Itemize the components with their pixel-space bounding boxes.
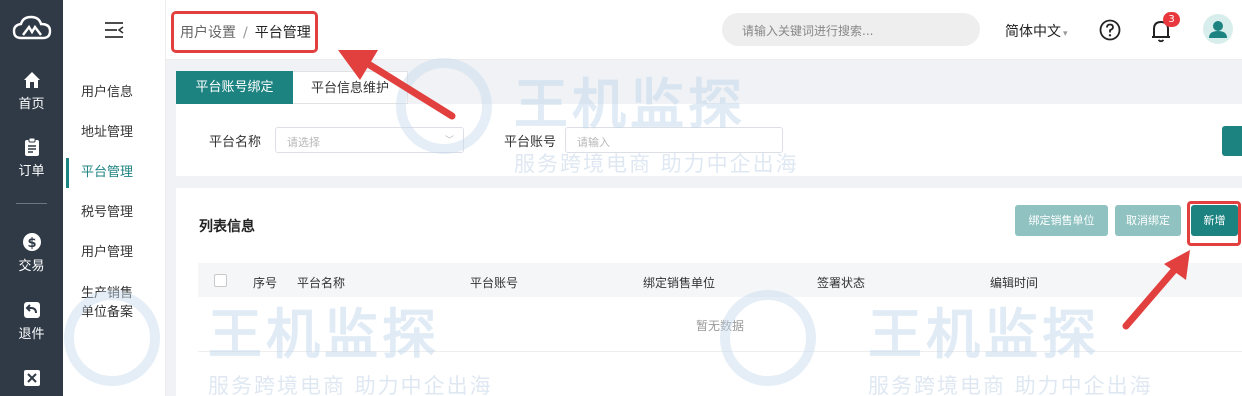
search-input[interactable]: 请输入关键词进行搜索...: [722, 13, 980, 46]
platform-name-select[interactable]: 请选择 ﹀: [275, 127, 464, 153]
language-label: 简体中文: [1005, 24, 1061, 40]
list-title: 列表信息: [199, 219, 255, 235]
column-header-platform-name: 平台名称: [297, 276, 346, 290]
exchange-icon: [23, 370, 40, 386]
clipboard-icon: [24, 137, 39, 156]
rail-item-label: 订单: [18, 164, 45, 179]
language-selector[interactable]: 简体中文 ▾: [1005, 21, 1068, 41]
empty-state-text: 暂无数据: [695, 319, 744, 333]
rail-item-exchange[interactable]: [0, 368, 63, 391]
home-icon: [23, 72, 40, 88]
notification-badge: 3: [1163, 12, 1180, 27]
rail-item-home[interactable]: 首页: [0, 70, 63, 112]
table-body: 暂无数据: [198, 297, 1242, 352]
column-header-edit-time: 编辑时间: [990, 276, 1039, 290]
sidebar-item-platform[interactable]: 平台管理: [63, 158, 166, 188]
platform-name-label: 平台名称: [209, 135, 262, 150]
rail-item-returns[interactable]: 退件: [0, 300, 63, 342]
svg-text:$: $: [27, 236, 36, 251]
help-icon[interactable]: [1099, 19, 1121, 41]
sidebar-item-label-line2: 单位备案: [81, 305, 134, 320]
select-all-checkbox[interactable]: [214, 274, 227, 287]
main-nav-rail: 首页 订单 $ 交易 退件: [0, 0, 63, 396]
chevron-down-icon: ﹀: [444, 136, 454, 146]
column-header-platform-account: 平台账号: [470, 276, 519, 290]
rail-divider: [16, 203, 47, 204]
dollar-icon: $: [22, 233, 41, 251]
sidebar-item-tax-id[interactable]: 税号管理: [63, 203, 166, 222]
rail-item-trade[interactable]: $ 交易: [0, 232, 63, 274]
tab-platform-account-binding[interactable]: 平台账号绑定: [176, 71, 293, 104]
table-header: 序号 平台名称 平台账号 绑定销售单位 签署状态 编辑时间: [198, 263, 1242, 297]
top-header: 用户设置 / 平台管理 请输入关键词进行搜索... 简体中文 ▾ 3: [166, 0, 1242, 60]
chevron-down-icon: ▾: [1063, 29, 1068, 39]
avatar[interactable]: [1203, 14, 1233, 44]
sidebar-item-label-line1: 生产销售: [81, 286, 134, 301]
platform-account-input[interactable]: 请输入: [565, 127, 783, 153]
settings-sidebar: 用户信息 地址管理 平台管理 税号管理 用户管理 生产销售 单位备案: [63, 0, 166, 396]
return-icon: [23, 302, 40, 318]
rail-item-label: 交易: [18, 259, 45, 274]
sidebar-item-users[interactable]: 用户管理: [63, 243, 166, 262]
rail-item-label: 首页: [18, 97, 45, 112]
sidebar-item-production-filing[interactable]: 生产销售 单位备案: [63, 284, 166, 322]
bind-sales-unit-button[interactable]: 绑定销售单位: [1015, 205, 1108, 236]
search-button[interactable]: [1222, 126, 1242, 156]
tab-platform-info-maintenance[interactable]: 平台信息维护: [293, 71, 408, 104]
rail-item-orders[interactable]: 订单: [0, 137, 63, 179]
rail-item-label: 退件: [18, 327, 45, 342]
filter-panel: 平台名称 请选择 ﹀ 平台账号 请输入: [176, 104, 1242, 176]
user-icon: [1209, 21, 1227, 38]
platform-account-label: 平台账号: [504, 135, 557, 150]
sidebar-item-address[interactable]: 地址管理: [63, 123, 166, 142]
sidebar-item-user-info[interactable]: 用户信息: [63, 83, 166, 102]
column-header-index: 序号: [253, 276, 278, 290]
unbind-button[interactable]: 取消绑定: [1115, 205, 1181, 236]
menu-collapse-icon[interactable]: [104, 21, 124, 39]
platform-name-placeholder: 请选择: [287, 136, 320, 149]
column-header-sign-status: 签署状态: [817, 276, 866, 290]
list-panel: 列表信息 绑定销售单位 取消绑定 新增 序号 平台名称 平台账号 绑定销售单位 …: [176, 188, 1242, 396]
add-button-highlight-box: [1187, 201, 1241, 246]
breadcrumb-highlight-box: [171, 11, 318, 53]
cloud-logo-icon[interactable]: [12, 14, 52, 44]
column-header-bound-sales-unit: 绑定销售单位: [643, 276, 716, 290]
